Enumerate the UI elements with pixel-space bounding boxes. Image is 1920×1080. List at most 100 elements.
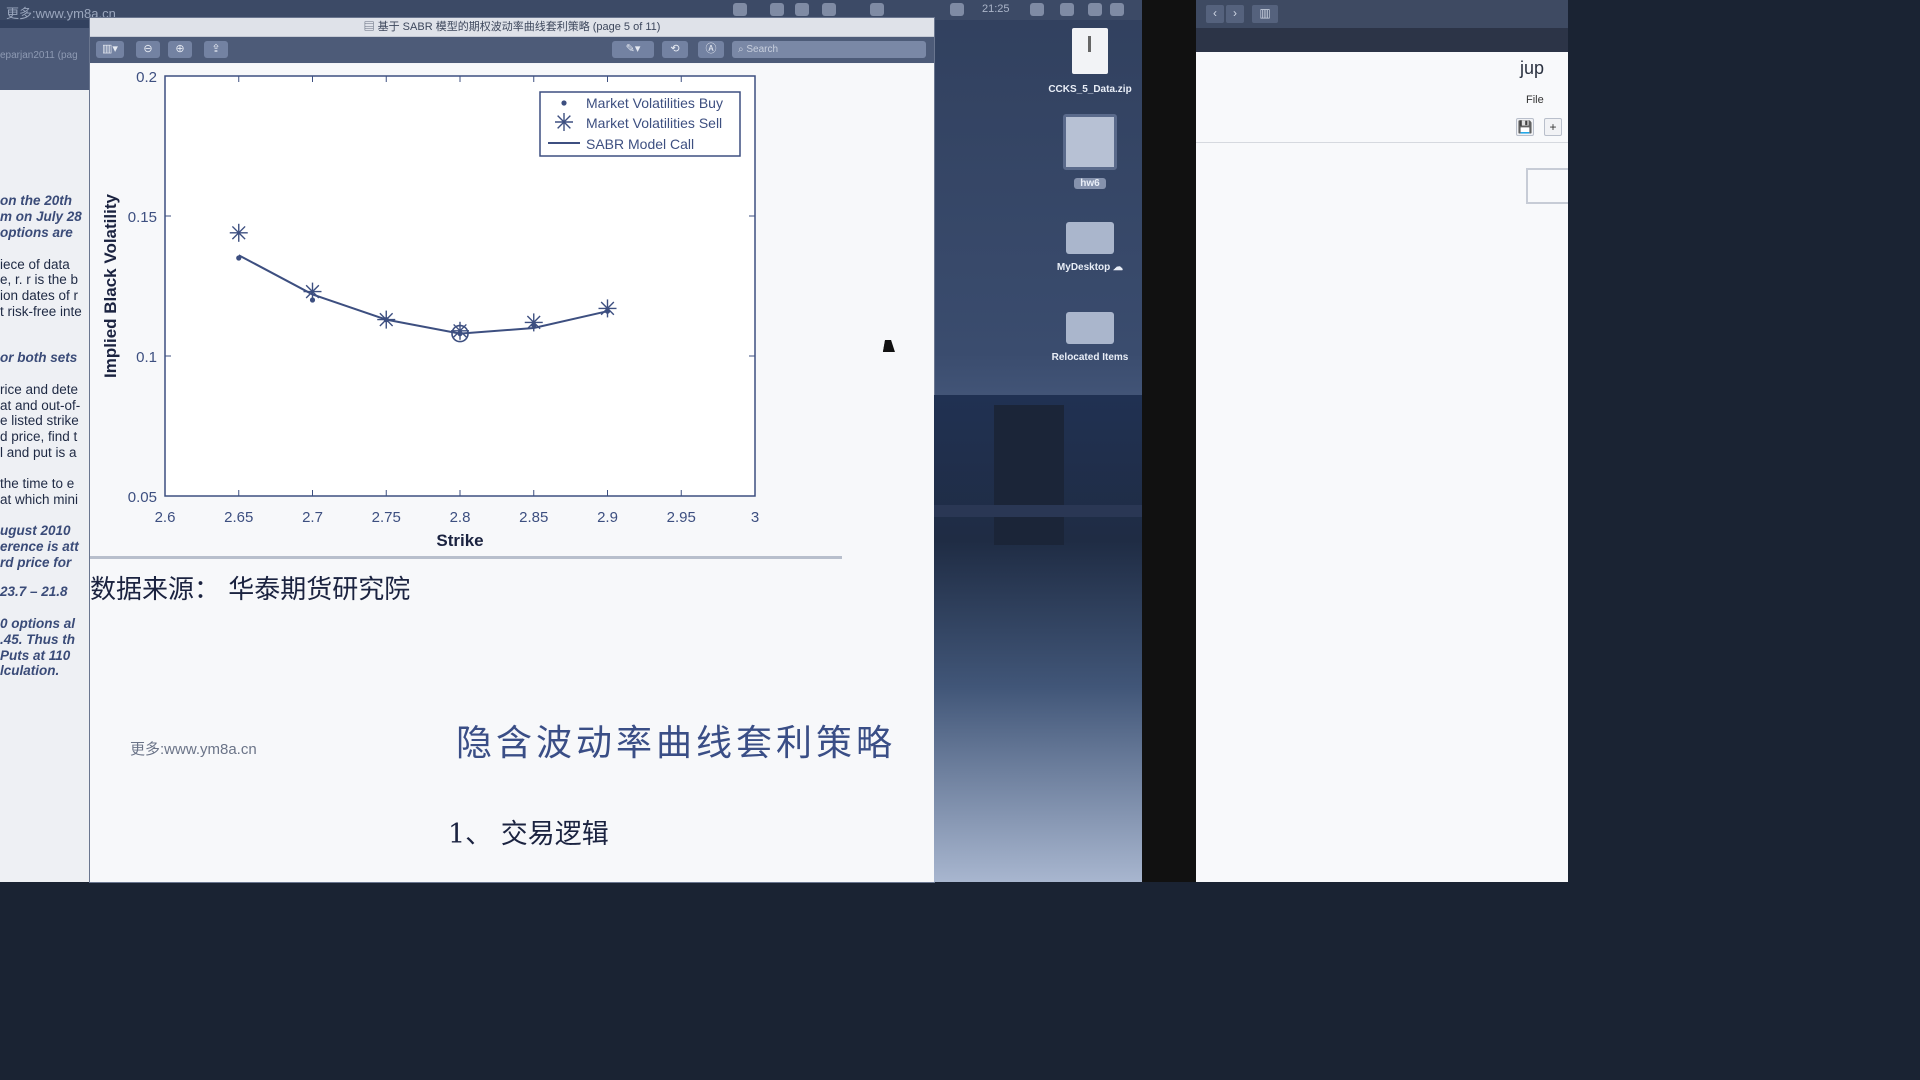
buy-point xyxy=(236,255,242,261)
cloud-icon[interactable] xyxy=(733,3,747,16)
chart-legend: Market Volatilities Buy Market Volatiliti… xyxy=(539,91,741,157)
figure-divider xyxy=(90,556,842,559)
background-document-line: 23.7 – 21.8 xyxy=(0,584,68,599)
title-bar: ▤ 基于 SABR 模型的期权波动率曲线套利策略 (page 5 of 11) xyxy=(90,18,934,37)
search-placeholder: Search xyxy=(746,44,779,55)
cloud-sync-icon: ☁ xyxy=(1110,262,1124,273)
search-icon[interactable] xyxy=(1060,3,1074,16)
wallpaper-bridge xyxy=(934,395,1142,882)
background-document-line: rice and dete xyxy=(0,382,79,397)
zoom-in-button[interactable]: ⊕ xyxy=(168,41,192,58)
background-document-line: at which mini xyxy=(0,492,79,507)
sell-point xyxy=(524,313,543,332)
siri-icon[interactable] xyxy=(1088,3,1102,16)
background-document-line: l and put is a xyxy=(0,445,77,460)
back-button[interactable]: ‹ xyxy=(1206,5,1224,23)
background-document-window[interactable]: eparjan2011 (pag on the 20th m on July 28… xyxy=(0,28,92,882)
y-tick-label: 0.1 xyxy=(136,349,157,366)
sidebar-toggle-button[interactable]: ▥▾ xyxy=(96,41,124,58)
battery-icon[interactable] xyxy=(950,3,964,16)
background-document-line: at and out-of- xyxy=(0,398,81,413)
x-tick-label: 2.65 xyxy=(224,509,253,526)
browser-toolbar: ‹ › ▥ xyxy=(1196,0,1568,28)
background-document-line: Puts at 110 xyxy=(0,648,71,663)
y-tick-label: 0.05 xyxy=(128,489,157,506)
sidebar-toggle-button[interactable]: ▥ xyxy=(1252,5,1278,23)
x-tick-label: 3 xyxy=(751,509,759,526)
display-icon[interactable] xyxy=(822,3,836,16)
zoom-out-button[interactable]: ⊖ xyxy=(136,41,160,58)
annotate-button[interactable]: Ⓐ xyxy=(698,41,724,58)
background-document-tab-label: eparjan2011 (pag xyxy=(0,50,78,61)
browser-window-jupyter[interactable]: ‹ › ▥ jup File 💾 + xyxy=(1196,0,1568,882)
desktop-icon-label: MyDesktop xyxy=(1056,262,1111,273)
desktop-icon-relocated-items[interactable]: Relocated Items xyxy=(1040,312,1140,363)
window-title: 基于 SABR 模型的期权波动率曲线套利策略 (page 5 of 11) xyxy=(377,21,661,33)
background-document-line: on the 20th xyxy=(0,193,73,208)
forward-button[interactable]: › xyxy=(1226,5,1244,23)
volume-icon[interactable] xyxy=(795,3,809,16)
page-watermark: 更多:www.ym8a.cn xyxy=(130,741,257,758)
save-icon[interactable]: 💾 xyxy=(1516,118,1534,136)
background-document-line: ion dates of r xyxy=(0,288,79,303)
background-document-line: the time to e xyxy=(0,476,75,491)
share-button[interactable]: ⇪ xyxy=(204,41,228,58)
notebook-cell[interactable] xyxy=(1526,168,1568,204)
background-document-line: m on July 28 xyxy=(0,209,82,224)
background-document-line: 0 options al xyxy=(0,616,76,631)
background-document-line: e, r. r is the b xyxy=(0,272,79,287)
legend-sell-marker xyxy=(555,113,573,131)
desktop-icon-hw6[interactable]: hw6 xyxy=(1040,114,1140,189)
pdf-file-icon: ▤ xyxy=(363,21,378,33)
y-tick-label: 0.2 xyxy=(136,69,157,86)
divider xyxy=(1196,142,1568,143)
legend-label: SABR Model Call xyxy=(586,136,694,152)
x-tick-label: 2.75 xyxy=(372,509,401,526)
background-document-line: lculation. xyxy=(0,663,60,678)
keyboard-icon[interactable] xyxy=(870,3,884,16)
background-document-line: d price, find t xyxy=(0,429,78,444)
sell-point xyxy=(229,223,248,242)
legend-buy-marker xyxy=(561,100,567,106)
desktop-icon-zip[interactable]: CCKS_5_Data.zip xyxy=(1040,28,1140,95)
pause-icon[interactable] xyxy=(770,3,784,16)
background-document-line: ugust 2010 xyxy=(0,523,71,538)
desktop: 更多:www.ym8a.cn 21:25 eparjan2011 (pag on… xyxy=(0,0,1568,882)
preview-window[interactable]: ▤ 基于 SABR 模型的期权波动率曲线套利策略 (page 5 of 11) … xyxy=(90,18,934,882)
x-tick-label: 2.85 xyxy=(519,509,548,526)
screen-gap xyxy=(1142,0,1196,882)
markup-pen-button[interactable]: ✎▾ xyxy=(612,41,654,58)
background-document-tab[interactable]: eparjan2011 (pag xyxy=(0,28,91,90)
data-source-caption: 数据来源： 华泰期货研究院 xyxy=(90,575,411,605)
notification-center-icon[interactable] xyxy=(1110,3,1124,16)
desktop-icon-mydesktop[interactable]: MyDesktop ☁ xyxy=(1040,222,1140,273)
sell-point xyxy=(377,310,396,329)
x-tick-label: 2.6 xyxy=(155,509,176,526)
rotate-button[interactable]: ⟲ xyxy=(662,41,688,58)
search-input[interactable]: ⌕ Search xyxy=(732,41,926,58)
user-icon[interactable] xyxy=(1030,3,1044,16)
pdf-page[interactable]: 2.6 2.65 2.7 2.75 2.8 2.85 2.9 2.95 3 0.05 0.1 0.15… xyxy=(90,64,934,882)
add-cell-icon[interactable]: + xyxy=(1544,118,1562,136)
toolbar: ▥▾ ⊖ ⊕ ⇪ ✎▾ ⟲ Ⓐ ⌕ Search xyxy=(90,37,934,63)
volatility-chart: 2.6 2.65 2.7 2.75 2.8 2.85 2.9 2.95 3 0.05 0.1 0.15… xyxy=(101,69,759,550)
desktop-icon-label: hw6 xyxy=(1074,178,1106,189)
legend-label: Market Volatilities Sell xyxy=(586,115,722,131)
x-tick-label: 2.95 xyxy=(667,509,696,526)
background-document-line: t risk-free inte xyxy=(0,304,82,319)
jupyter-logo[interactable]: jup xyxy=(1520,58,1544,79)
folder-alias-icon xyxy=(1066,312,1114,344)
sell-point xyxy=(598,299,617,318)
y-tick-label: 0.15 xyxy=(128,209,157,226)
clock[interactable]: 21:25 xyxy=(982,3,1010,15)
background-document-line: .45. Thus th xyxy=(0,632,76,647)
desktop-icon-label: CCKS_5_Data.zip xyxy=(1048,84,1132,95)
background-document-line: e listed strike xyxy=(0,413,79,428)
section-heading: 1、 交易逻辑 xyxy=(448,819,609,850)
bookmarks-bar xyxy=(1196,28,1568,52)
background-document-line: iece of data xyxy=(0,257,70,272)
slide-title: 隐含波动率曲线套利策略 xyxy=(456,723,897,764)
folder-icon xyxy=(1066,222,1114,254)
menu-file[interactable]: File xyxy=(1526,94,1544,106)
zip-file-icon xyxy=(1072,28,1108,74)
